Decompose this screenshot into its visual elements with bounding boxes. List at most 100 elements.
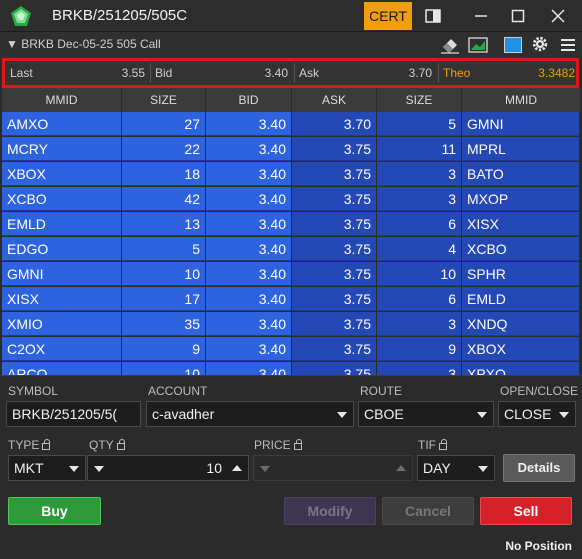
qty-increment-icon[interactable]	[232, 465, 242, 471]
bid-size-cell[interactable]: 17	[122, 287, 205, 311]
ask-mmid-cell[interactable]: SPHR	[462, 262, 579, 286]
bid-mmid-cell[interactable]: XMIO	[2, 312, 121, 336]
ask-size-cell[interactable]: 3	[377, 312, 461, 336]
bid-mmid-cell[interactable]: EDGO	[2, 237, 121, 261]
ask-mmid-cell[interactable]: BATO	[462, 162, 579, 186]
ask-mmid-cell[interactable]: EMLD	[462, 287, 579, 311]
bid-price-cell[interactable]: 3.40	[206, 262, 291, 286]
lock-icon[interactable]	[293, 439, 302, 450]
buy-button[interactable]: Buy	[8, 497, 101, 525]
bid-size-cell[interactable]: 27	[122, 112, 205, 136]
header-bid-size[interactable]: SIZE	[122, 88, 206, 112]
tif-select[interactable]: DAY	[417, 455, 495, 481]
maximize-icon[interactable]	[505, 4, 531, 28]
bid-size-cell[interactable]: 9	[122, 337, 205, 361]
ask-size-cell[interactable]: 5	[377, 112, 461, 136]
instrument-header[interactable]: ▼ BRKB Dec-05-25 505 Call	[6, 37, 161, 51]
header-ask[interactable]: ASK	[292, 88, 377, 112]
ask-mmid-cell[interactable]: MPRL	[462, 137, 579, 161]
bid-price-cell[interactable]: 3.40	[206, 137, 291, 161]
table-row[interactable]: ARCO 10 3.40 3.75 3 XPXO	[2, 362, 580, 375]
ask-price-cell[interactable]: 3.75	[292, 337, 376, 361]
qty-stepper[interactable]: 10	[87, 455, 249, 481]
price-decrement-icon[interactable]	[260, 466, 270, 472]
ask-size-cell[interactable]: 4	[377, 237, 461, 261]
sell-button[interactable]: Sell	[480, 497, 572, 525]
header-bid-mmid[interactable]: MMID	[2, 88, 122, 112]
bid-size-cell[interactable]: 10	[122, 262, 205, 286]
bid-price-cell[interactable]: 3.40	[206, 162, 291, 186]
ask-price-cell[interactable]: 3.75	[292, 212, 376, 236]
header-ask-size[interactable]: SIZE	[377, 88, 462, 112]
type-select[interactable]: MKT	[8, 455, 86, 481]
color-swatch-icon[interactable]	[504, 37, 522, 53]
bid-mmid-cell[interactable]: XISX	[2, 287, 121, 311]
table-row[interactable]: C2OX 9 3.40 3.75 9 XBOX	[2, 337, 580, 362]
route-select[interactable]: CBOE	[358, 401, 494, 427]
table-row[interactable]: EMLD 13 3.40 3.75 6 XISX	[2, 212, 580, 237]
bid-mmid-cell[interactable]: GMNI	[2, 262, 121, 286]
chart-icon[interactable]	[468, 36, 488, 54]
ask-size-cell[interactable]: 3	[377, 362, 461, 375]
bid-size-cell[interactable]: 35	[122, 312, 205, 336]
table-row[interactable]: EDGO 5 3.40 3.75 4 XCBO	[2, 237, 580, 262]
ask-size-cell[interactable]: 3	[377, 187, 461, 211]
ask-price-cell[interactable]: 3.70	[292, 112, 376, 136]
bid-mmid-cell[interactable]: ARCO	[2, 362, 121, 375]
ask-mmid-cell[interactable]: MXOP	[462, 187, 579, 211]
ask-size-cell[interactable]: 6	[377, 287, 461, 311]
ask-mmid-cell[interactable]: GMNI	[462, 112, 579, 136]
ask-price-cell[interactable]: 3.75	[292, 362, 376, 375]
ask-mmid-cell[interactable]: XCBO	[462, 237, 579, 261]
symbol-field[interactable]: BRKB/251205/5(	[6, 401, 141, 427]
table-row[interactable]: XBOX 18 3.40 3.75 3 BATO	[2, 162, 580, 187]
openclose-select[interactable]: CLOSE	[498, 401, 576, 427]
table-row[interactable]: XCBO 42 3.40 3.75 3 MXOP	[2, 187, 580, 212]
table-row[interactable]: XISX 17 3.40 3.75 6 EMLD	[2, 287, 580, 312]
ask-size-cell[interactable]: 10	[377, 262, 461, 286]
eraser-icon[interactable]	[440, 36, 460, 54]
ask-size-cell[interactable]: 6	[377, 212, 461, 236]
collapse-triangle-icon[interactable]: ▼	[6, 37, 18, 51]
cert-badge[interactable]: CERT	[364, 2, 412, 30]
bid-price-cell[interactable]: 3.40	[206, 237, 291, 261]
lock-icon[interactable]	[439, 439, 447, 450]
account-select[interactable]: c-avadher	[146, 401, 354, 427]
qty-decrement-icon[interactable]	[94, 466, 104, 472]
bid-mmid-cell[interactable]: AMXO	[2, 112, 121, 136]
ask-price-cell[interactable]: 3.75	[292, 187, 376, 211]
gear-icon[interactable]	[530, 35, 550, 53]
bid-price-cell[interactable]: 3.40	[206, 212, 291, 236]
bid-size-cell[interactable]: 13	[122, 212, 205, 236]
bid-size-cell[interactable]: 18	[122, 162, 205, 186]
price-increment-icon[interactable]	[396, 465, 406, 471]
header-ask-mmid[interactable]: MMID	[462, 88, 580, 112]
table-row[interactable]: AMXO 27 3.40 3.70 5 GMNI	[2, 112, 580, 137]
minimize-icon[interactable]	[468, 4, 494, 28]
modify-button[interactable]: Modify	[284, 497, 376, 525]
details-button[interactable]: Details	[503, 454, 575, 482]
bid-price-cell[interactable]: 3.40	[206, 187, 291, 211]
ask-size-cell[interactable]: 9	[377, 337, 461, 361]
ask-price-cell[interactable]: 3.75	[292, 162, 376, 186]
ask-size-cell[interactable]: 11	[377, 137, 461, 161]
bid-size-cell[interactable]: 5	[122, 237, 205, 261]
bid-mmid-cell[interactable]: C2OX	[2, 337, 121, 361]
bid-price-cell[interactable]: 3.40	[206, 112, 291, 136]
ask-price-cell[interactable]: 3.75	[292, 312, 376, 336]
ask-mmid-cell[interactable]: XPXO	[462, 362, 579, 375]
bid-mmid-cell[interactable]: MCRY	[2, 137, 121, 161]
price-stepper[interactable]	[253, 455, 413, 481]
bid-size-cell[interactable]: 10	[122, 362, 205, 375]
table-row[interactable]: XMIO 35 3.40 3.75 3 XNDQ	[2, 312, 580, 337]
bid-size-cell[interactable]: 42	[122, 187, 205, 211]
bid-price-cell[interactable]: 3.40	[206, 287, 291, 311]
ask-mmid-cell[interactable]: XBOX	[462, 337, 579, 361]
ask-mmid-cell[interactable]: XISX	[462, 212, 579, 236]
bid-price-cell[interactable]: 3.40	[206, 362, 291, 375]
bid-mmid-cell[interactable]: XCBO	[2, 187, 121, 211]
header-bid[interactable]: BID	[206, 88, 292, 112]
table-row[interactable]: MCRY 22 3.40 3.75 11 MPRL	[2, 137, 580, 162]
restore-icon[interactable]	[420, 4, 446, 28]
bid-mmid-cell[interactable]: EMLD	[2, 212, 121, 236]
